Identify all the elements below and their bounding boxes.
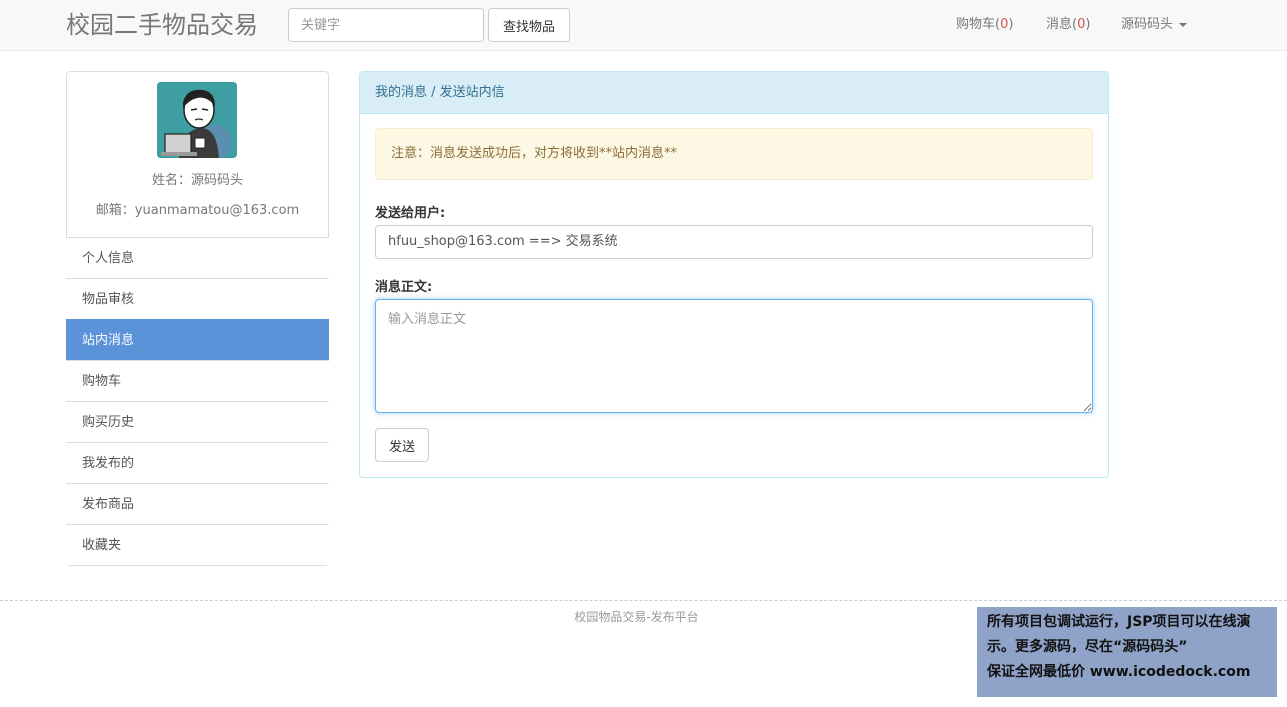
- sidebar-item-item-review[interactable]: 物品审核: [66, 278, 329, 319]
- watermark-line-2: 示。更多源码，尽在“源码码头”: [987, 639, 1188, 655]
- profile-card: 姓名：源码码头 邮箱：yuanmamatou@163.com: [67, 72, 328, 238]
- caret-down-icon: [1179, 22, 1188, 27]
- sidebar-item-purchase-history[interactable]: 购买历史: [66, 401, 329, 442]
- nav-messages-label: 消息(: [1046, 17, 1078, 32]
- breadcrumb: 我的消息 / 发送站内信: [360, 72, 1108, 114]
- send-button[interactable]: 发送: [375, 428, 429, 462]
- sidebar-item-favorites[interactable]: 收藏夹: [66, 524, 329, 565]
- nav-cart-label: 购物车(: [956, 17, 1001, 32]
- avatar: [157, 82, 237, 158]
- nav-cart-link[interactable]: 购物车(0): [956, 0, 1013, 50]
- watermark-line-3: 保证全网最低价 www.icodedock.com: [987, 664, 1251, 680]
- profile-email: 邮箱：yuanmamatou@163.com: [95, 203, 300, 218]
- user-menu-label: 源码码头: [1121, 17, 1174, 32]
- recipient-label: 发送给用户:: [375, 206, 446, 221]
- message-body-textarea[interactable]: [375, 299, 1093, 413]
- footer-divider: [0, 600, 1287, 601]
- cart-close-paren: ): [1008, 17, 1014, 32]
- top-navbar: 校园二手物品交易 查找物品 购物车(0) 消息(0) 源码码头: [0, 0, 1287, 51]
- user-dropdown[interactable]: 源码码头: [1121, 0, 1188, 50]
- profile-name: 姓名：源码码头: [151, 173, 243, 188]
- site-brand[interactable]: 校园二手物品交易: [66, 9, 258, 41]
- search-button[interactable]: 查找物品: [488, 8, 570, 42]
- messages-close-paren: ): [1085, 17, 1091, 32]
- message-body-label: 消息正文:: [375, 280, 433, 295]
- search-input[interactable]: [288, 8, 484, 42]
- watermark-line-1: 所有项目包调试运行，JSP项目可以在线演: [987, 614, 1251, 630]
- nav-messages-link[interactable]: 消息(0): [1046, 0, 1090, 50]
- sidebar-item-messages[interactable]: 站内消息: [66, 319, 329, 360]
- notice-alert: 注意：消息发送成功后，对方将收到**站内消息**: [375, 128, 1093, 180]
- sidebar-item-post-item[interactable]: 发布商品: [66, 483, 329, 524]
- sidebar-item-cart[interactable]: 购物车: [66, 360, 329, 401]
- sidebar-item-profile[interactable]: 个人信息: [66, 237, 329, 278]
- watermark-banner: 所有项目包调试运行，JSP项目可以在线演 示。更多源码，尽在“源码码头” 保证全…: [977, 607, 1277, 697]
- sidebar-item-my-posts[interactable]: 我发布的: [66, 442, 329, 483]
- send-message-panel: 我的消息 / 发送站内信 注意：消息发送成功后，对方将收到**站内消息** 发送…: [359, 71, 1109, 478]
- recipient-field[interactable]: hfuu_shop@163.com ==> 交易系统: [375, 225, 1093, 259]
- sidebar: 姓名：源码码头 邮箱：yuanmamatou@163.com 个人信息 物品审核…: [66, 71, 329, 566]
